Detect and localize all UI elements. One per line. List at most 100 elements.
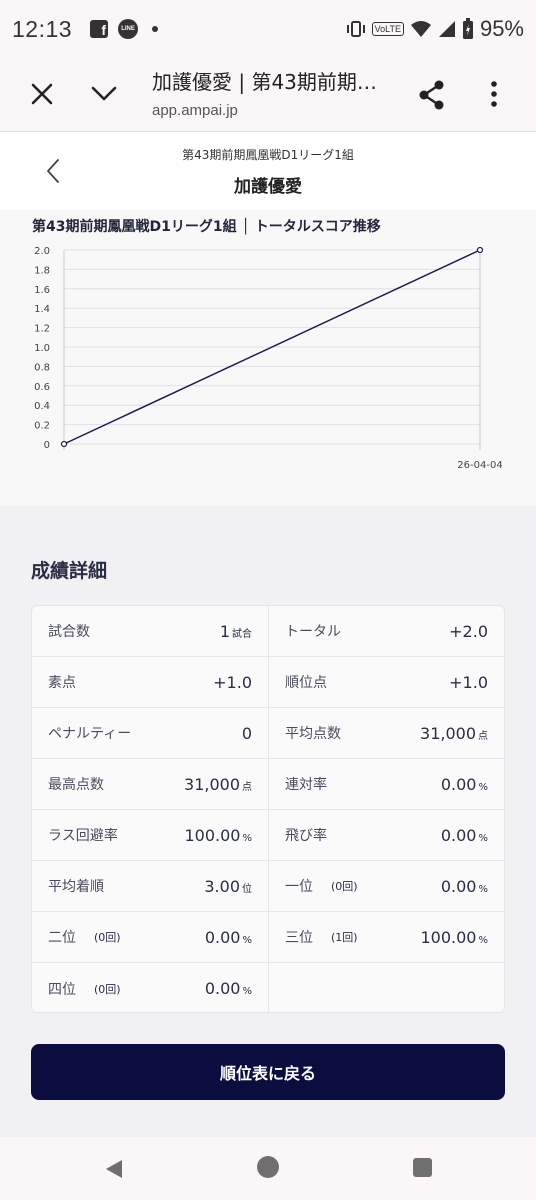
stat-label: 最高点数 — [48, 777, 104, 793]
stats-row: 平均着順 3.00 位 一位 (0回) 0.00% — [32, 861, 504, 912]
page-url[interactable]: app.ampai.jp — [152, 102, 238, 119]
score-chart: 0 0.2 0.4 0.6 0.8 1.0 1.2 1.4 1.6 1.8 2.0 26-04-04 — [34, 246, 503, 471]
browser-toolbar: 加護優愛 | 第43期前期… app.ampai.jp — [0, 58, 536, 132]
stat-cell: 平均点数 31,000 点 — [268, 708, 504, 758]
status-bar: 12:13 f LINE VoLTE 95% — [0, 0, 536, 58]
y-tick-label: 1.0 — [34, 343, 50, 354]
stat-unit: % — [478, 883, 488, 895]
nav-recents-icon[interactable] — [413, 1158, 432, 1177]
stats-row: 試合数 1 試合 トータル +2.0 — [32, 606, 504, 657]
stat-label: ペナルティー — [48, 726, 132, 742]
stat-label: 試合数 — [48, 624, 90, 640]
stat-label: 二位 — [48, 930, 76, 946]
stat-cell: 連対率 0.00% — [268, 759, 504, 809]
stat-label: 飛び率 — [285, 828, 327, 844]
stats-table: 試合数 1 試合 トータル +2.0 素点 +1.0 順位点 +1.0 ペナルティー 0 平均点数 31… — [31, 605, 505, 1013]
volte-icon: VoLTE — [371, 22, 404, 36]
stat-cell: 三位 (1回) 100.00% — [268, 912, 504, 962]
stat-value-number: +2.0 — [449, 621, 488, 641]
chevron-down-icon[interactable] — [90, 82, 118, 106]
y-tick-label: 2.0 — [34, 246, 50, 257]
stat-value: 0.00% — [205, 979, 252, 998]
stat-cell: ペナルティー 0 — [32, 708, 268, 758]
data-point — [60, 440, 68, 448]
stats-row: ペナルティー 0 平均点数 31,000 点 — [32, 708, 504, 759]
stat-unit: % — [478, 934, 488, 946]
more-options-icon[interactable] — [484, 80, 504, 108]
app-header: 第43期前期鳳凰戦D1リーグ1組 加護優愛 — [0, 132, 536, 210]
stat-unit: 点 — [478, 730, 488, 742]
stat-value-number: 0.00 — [204, 979, 241, 998]
stat-cell: 素点 +1.0 — [32, 657, 268, 707]
status-time: 12:13 — [12, 15, 73, 42]
stat-cell: ラス回避率 100.00% — [32, 810, 268, 860]
league-subtitle: 第43期前期鳳凰戦D1リーグ1組 — [182, 148, 354, 162]
stat-value: 0 — [242, 724, 252, 743]
stat-count: (0回) — [331, 880, 358, 893]
stat-value: +1.0 — [449, 673, 488, 692]
stat-unit: 試合 — [232, 628, 252, 640]
stat-value: 0.00% — [441, 877, 488, 896]
stat-value: 100.00% — [421, 928, 489, 947]
stat-value: 31,000 点 — [184, 775, 252, 794]
stat-count: (1回) — [331, 931, 358, 944]
stat-unit: % — [478, 832, 488, 844]
stat-value: 0.00% — [441, 826, 488, 845]
system-nav-bar — [0, 1137, 536, 1200]
stat-value: 31,000 点 — [420, 724, 488, 743]
nav-back-icon[interactable] — [104, 1159, 124, 1179]
stat-cell: トータル +2.0 — [268, 606, 504, 656]
stat-count: (0回) — [94, 931, 121, 944]
stat-value-number: 31,000 — [420, 723, 476, 743]
battery-icon — [462, 18, 473, 39]
stat-value-number: 0.00 — [440, 825, 477, 845]
line-app-icon: LINE — [118, 19, 139, 39]
stat-label: 三位 — [285, 930, 313, 946]
stats-row: 四位 (0回) 0.00% — [32, 963, 504, 1012]
stat-unit: 位 — [242, 883, 252, 895]
stat-value: 100.00% — [185, 826, 253, 845]
stat-cell: 平均着順 3.00 位 — [32, 861, 268, 911]
stat-label: 連対率 — [285, 777, 327, 793]
stat-value: +2.0 — [449, 622, 488, 641]
stat-cell: 試合数 1 試合 — [32, 606, 268, 656]
nav-home-icon[interactable] — [257, 1156, 279, 1178]
player-name: 加護優愛 — [234, 177, 302, 197]
y-tick-label: 1.2 — [34, 324, 50, 335]
y-tick-label: 1.6 — [34, 285, 50, 296]
stat-cell: 一位 (0回) 0.00% — [268, 861, 504, 911]
stat-cell: 二位 (0回) 0.00% — [32, 912, 268, 962]
page-title: 加護優愛 | 第43期前期… — [152, 70, 377, 94]
stat-value-number: 1 — [219, 621, 230, 641]
stat-value-number: 3.00 — [204, 876, 240, 896]
score-chart-card: 第43期前期鳳凰戦D1リーグ1組 │ トータルスコア推移 0 0.2 0.4 0.6 0… — [0, 210, 536, 506]
stat-unit: 点 — [242, 781, 252, 793]
y-tick-label: 0.4 — [34, 401, 50, 412]
back-to-standings-button[interactable]: 順位表に戻る — [31, 1044, 505, 1100]
stat-value-number: 100.00 — [420, 927, 477, 947]
stat-unit: % — [242, 934, 252, 946]
stat-value-number: 31,000 — [184, 774, 240, 794]
close-icon[interactable] — [28, 80, 56, 108]
notification-dot-icon — [152, 26, 159, 32]
wifi-icon — [410, 21, 431, 37]
stat-label: 平均着順 — [48, 879, 104, 895]
battery-percentage: 95% — [479, 16, 524, 41]
stat-cell: 最高点数 31,000 点 — [32, 759, 268, 809]
stat-cell: 四位 (0回) 0.00% — [32, 963, 268, 1012]
stat-count: (0回) — [94, 982, 121, 996]
stat-value-number: 100.00 — [184, 825, 241, 845]
stat-value: 0.00% — [441, 775, 488, 794]
stat-value-number: 0.00 — [440, 876, 477, 896]
stats-row: ラス回避率 100.00% 飛び率 0.00% — [32, 810, 504, 861]
stat-cell: 順位点 +1.0 — [268, 657, 504, 707]
stat-label: 一位 — [285, 879, 313, 895]
stat-unit: % — [242, 832, 252, 844]
stat-label: 平均点数 — [285, 726, 341, 742]
stat-value-number: 0.00 — [204, 927, 241, 947]
facebook-icon: f — [90, 20, 109, 38]
stat-label: トータル — [285, 624, 341, 640]
stat-label: 順位点 — [285, 675, 327, 691]
data-point — [476, 246, 484, 254]
share-icon[interactable] — [418, 80, 446, 110]
